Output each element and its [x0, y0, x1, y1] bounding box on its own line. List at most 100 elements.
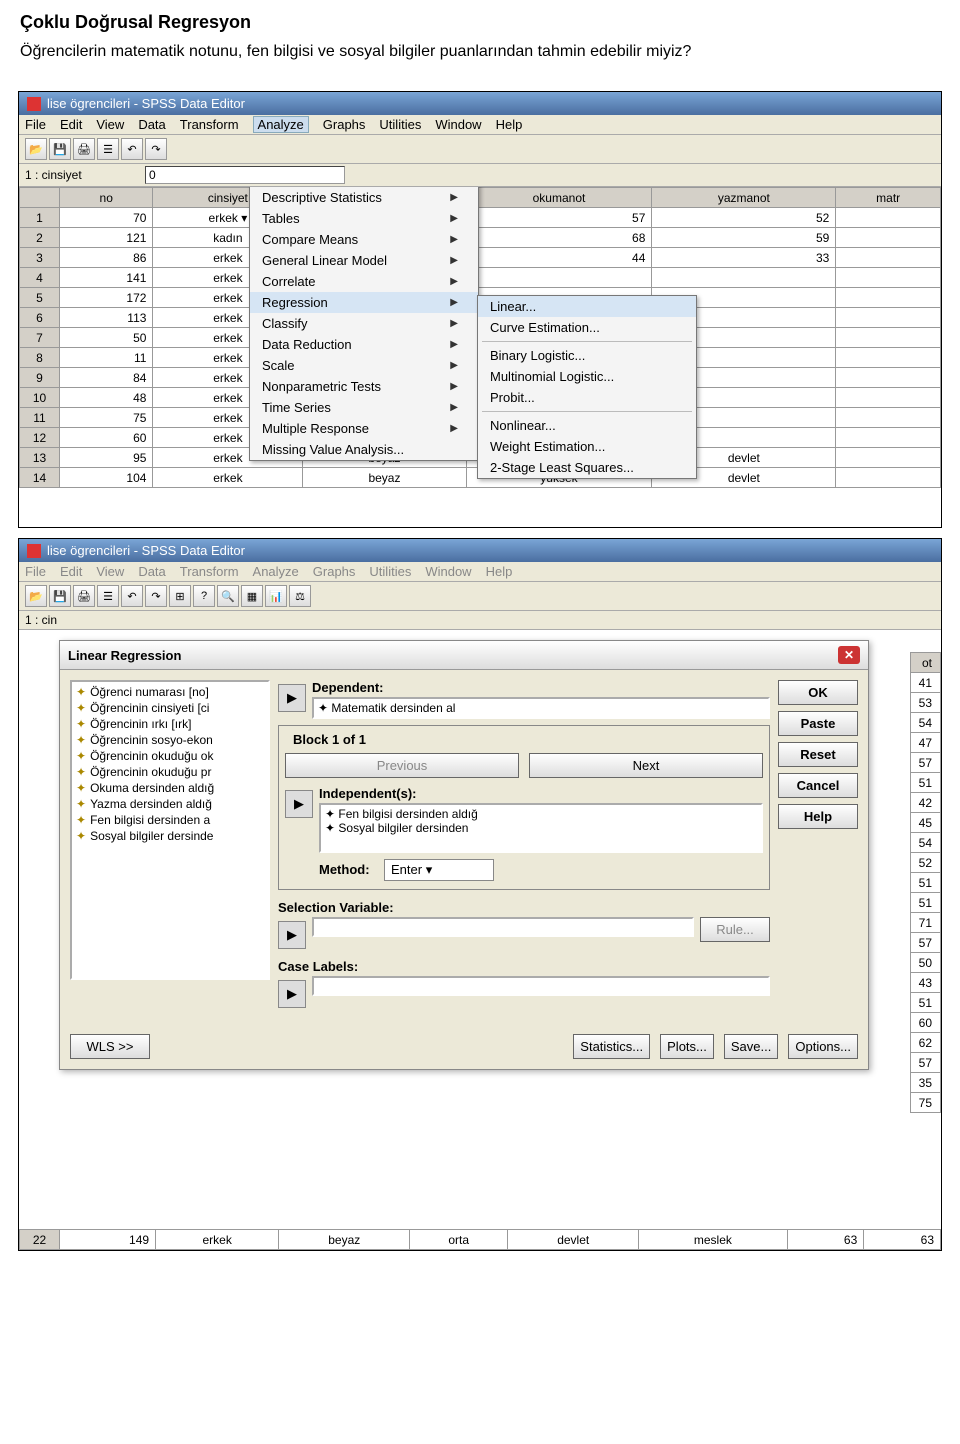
cell[interactable]: erkek [153, 468, 303, 488]
data-cell[interactable]: 54 [910, 833, 940, 853]
variable-item[interactable]: Öğrencinin okuduğu ok [76, 748, 264, 764]
menu-data[interactable]: Data [138, 117, 165, 132]
row-header[interactable]: 14 [20, 468, 60, 488]
data-cell[interactable]: 57 [910, 1053, 940, 1073]
independent-item[interactable]: ✦ Sosyal bilgiler dersinden [325, 821, 757, 835]
data-cell[interactable]: 60 [910, 1013, 940, 1033]
row-header[interactable]: 1 [20, 208, 60, 228]
data-cell[interactable]: 45 [910, 813, 940, 833]
data-cell[interactable]: 57 [910, 753, 940, 773]
variable-item[interactable]: Sosyal bilgiler dersinde [76, 828, 264, 844]
find-icon[interactable]: 🔍 [217, 585, 239, 607]
move-to-selection-button[interactable]: ▶ [278, 921, 306, 949]
cell[interactable]: 113 [60, 308, 153, 328]
cell[interactable]: 121 [60, 228, 153, 248]
data-cell[interactable]: 42 [910, 793, 940, 813]
independent-field[interactable]: ✦ Fen bilgisi dersinden aldığ✦ Sosyal bi… [319, 803, 763, 853]
data-cell[interactable]: 51 [910, 893, 940, 913]
menu-item-multiple-response[interactable]: Multiple Response▶ [250, 418, 478, 439]
menu-graphs[interactable]: Graphs [323, 117, 366, 132]
data-cell[interactable]: 71 [910, 913, 940, 933]
submenu-item-multinomial-logistic-[interactable]: Multinomial Logistic... [478, 366, 696, 387]
cell[interactable]: 75 [60, 408, 153, 428]
menu-item-general-linear-model[interactable]: General Linear Model▶ [250, 250, 478, 271]
menu-item-nonparametric-tests[interactable]: Nonparametric Tests▶ [250, 376, 478, 397]
data-cell[interactable]: 50 [910, 953, 940, 973]
cell[interactable]: 84 [60, 368, 153, 388]
goto-icon[interactable]: ⊞ [169, 585, 191, 607]
menu-item-descriptive-statistics[interactable]: Descriptive Statistics▶ [250, 187, 478, 208]
chart-icon[interactable]: 📊 [265, 585, 287, 607]
cell[interactable]: 86 [60, 248, 153, 268]
menu-item-time-series[interactable]: Time Series▶ [250, 397, 478, 418]
cell[interactable]: 60 [60, 428, 153, 448]
ok-button[interactable]: OK [778, 680, 858, 705]
menu-transform[interactable]: Transform [180, 117, 239, 132]
variable-list[interactable]: Öğrenci numarası [no]Öğrencinin cinsiyet… [70, 680, 270, 980]
move-to-caselabels-button[interactable]: ▶ [278, 980, 306, 1008]
menu-file[interactable]: File [25, 117, 46, 132]
submenu-item-weight-estimation-[interactable]: Weight Estimation... [478, 436, 696, 457]
data-cell[interactable]: 51 [910, 873, 940, 893]
variable-item[interactable]: Öğrencinin sosyo-ekon [76, 732, 264, 748]
variable-item[interactable]: Öğrencinin okuduğu pr [76, 764, 264, 780]
statistics-button[interactable]: Statistics... [573, 1034, 650, 1059]
options-button[interactable]: Options... [788, 1034, 858, 1059]
menu-item-scale[interactable]: Scale▶ [250, 355, 478, 376]
data-cell[interactable]: 51 [910, 773, 940, 793]
dialog-recall-icon[interactable]: ☰ [97, 585, 119, 607]
row-header[interactable]: 10 [20, 388, 60, 408]
case-labels-field[interactable] [312, 976, 770, 996]
row-header[interactable]: 8 [20, 348, 60, 368]
menu-edit[interactable]: Edit [60, 117, 82, 132]
insert-icon[interactable]: ▦ [241, 585, 263, 607]
data-cell[interactable]: 51 [910, 993, 940, 1013]
menu-utilities[interactable]: Utilities [379, 117, 421, 132]
open-icon[interactable]: 📂 [25, 585, 47, 607]
variable-item[interactable]: Yazma dersinden aldığ [76, 796, 264, 812]
cell[interactable]: 11 [60, 348, 153, 368]
variable-item[interactable]: Okuma dersinden aldığ [76, 780, 264, 796]
row-header[interactable]: 7 [20, 328, 60, 348]
regression-submenu[interactable]: Linear...Curve Estimation...Binary Logis… [477, 295, 697, 479]
row-header[interactable]: 2 [20, 228, 60, 248]
data-cell[interactable]: 53 [910, 693, 940, 713]
save-button[interactable]: Save... [724, 1034, 778, 1059]
submenu-item-curve-estimation-[interactable]: Curve Estimation... [478, 317, 696, 338]
row-header[interactable]: 3 [20, 248, 60, 268]
info-icon[interactable]: ? [193, 585, 215, 607]
save-icon[interactable]: 💾 [49, 585, 71, 607]
selection-variable-field[interactable] [312, 917, 694, 937]
row-header[interactable]: 6 [20, 308, 60, 328]
col-no[interactable]: no [60, 188, 153, 208]
menu-item-missing-value-analysis-[interactable]: Missing Value Analysis... [250, 439, 478, 460]
undo-icon[interactable]: ↶ [121, 585, 143, 607]
menu-item-correlate[interactable]: Correlate▶ [250, 271, 478, 292]
row-header[interactable]: 11 [20, 408, 60, 428]
cell[interactable]: 95 [60, 448, 153, 468]
open-icon[interactable]: 📂 [25, 138, 47, 160]
data-cell[interactable]: 43 [910, 973, 940, 993]
save-icon[interactable]: 💾 [49, 138, 71, 160]
submenu-item--stage-least-squares-[interactable]: 2-Stage Least Squares... [478, 457, 696, 478]
submenu-item-probit-[interactable]: Probit... [478, 387, 696, 408]
cell[interactable]: 104 [60, 468, 153, 488]
row-header[interactable]: 4 [20, 268, 60, 288]
data-cell[interactable]: 75 [910, 1093, 940, 1113]
redo-icon[interactable]: ↷ [145, 138, 167, 160]
data-cell[interactable]: 57 [910, 933, 940, 953]
row-header[interactable]: 13 [20, 448, 60, 468]
variable-item[interactable]: Fen bilgisi dersinden a [76, 812, 264, 828]
reset-button[interactable]: Reset [778, 742, 858, 767]
data-cell[interactable]: 41 [910, 673, 940, 693]
cell[interactable]: 70 [60, 208, 153, 228]
menu-item-compare-means[interactable]: Compare Means▶ [250, 229, 478, 250]
submenu-item-nonlinear-[interactable]: Nonlinear... [478, 415, 696, 436]
submenu-item-linear-[interactable]: Linear... [478, 296, 696, 317]
dependent-field[interactable]: ✦ Matematik dersinden al [312, 697, 770, 719]
redo-icon[interactable]: ↷ [145, 585, 167, 607]
undo-icon[interactable]: ↶ [121, 138, 143, 160]
cell[interactable]: 172 [60, 288, 153, 308]
dialog-recall-icon[interactable]: ☰ [97, 138, 119, 160]
weight-icon[interactable]: ⚖ [289, 585, 311, 607]
